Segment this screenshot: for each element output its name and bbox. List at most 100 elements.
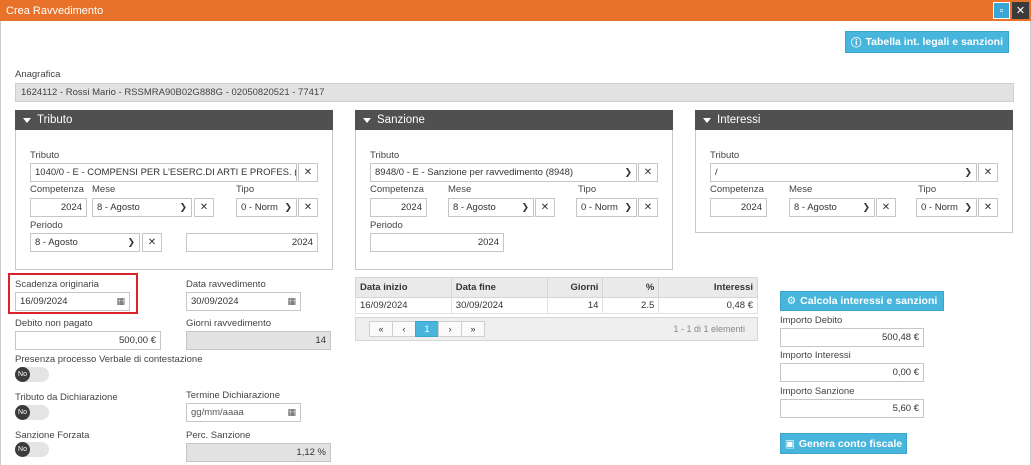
sanzione-competenza-input[interactable]: 2024 <box>370 198 427 217</box>
mese-label: Mese <box>92 184 116 195</box>
competenza-label: Competenza <box>30 184 84 195</box>
clear-interessi-mese-button[interactable]: ✕ <box>876 198 896 217</box>
col-giorni[interactable]: Giorni <box>546 277 604 298</box>
periodo-select[interactable]: 8 - Agosto ❯ <box>30 233 140 252</box>
pager-info: 1 - 1 di 1 elementi <box>673 324 745 334</box>
tributo-label: Tributo <box>30 150 60 161</box>
clear-mese-button[interactable]: ✕ <box>194 198 214 217</box>
interessi-tributo-select[interactable]: / ❯ <box>710 163 977 182</box>
importo-sanzione-field[interactable]: 5,60 € <box>780 399 924 418</box>
toggle-knob: No <box>15 367 30 382</box>
data-ravvedimento-label: Data ravvedimento <box>186 279 266 290</box>
collapse-icon <box>703 117 711 123</box>
chevron-down-icon: ❯ <box>179 202 187 212</box>
importo-interessi-field[interactable]: 0,00 € <box>780 363 924 382</box>
pager-prev-button[interactable]: ‹ <box>392 321 416 337</box>
col-data-fine[interactable]: Data fine <box>450 277 548 298</box>
chevron-down-icon: ❯ <box>521 202 529 212</box>
save-icon: ▣ <box>784 437 795 450</box>
interessi-competenza-label: Competenza <box>710 184 764 195</box>
tabella-interessi-button[interactable]: ⓘ Tabella int. legali e sanzioni <box>845 31 1009 53</box>
giorni-label: Giorni ravvedimento <box>186 318 272 329</box>
data-ravvedimento-input[interactable]: 30/09/2024 ▦ <box>186 292 301 311</box>
tributo-dich-label: Tributo da Dichiarazione <box>15 392 118 403</box>
interessi-mese-label: Mese <box>789 184 813 195</box>
genera-conto-button[interactable]: ▣ Genera conto fiscale <box>780 433 907 454</box>
window-titlebar: Crea Ravvedimento ▫ ✕ <box>0 0 1031 21</box>
scadenza-label: Scadenza originaria <box>15 279 99 290</box>
scadenza-input[interactable]: 16/09/2024 ▦ <box>15 292 130 311</box>
chevron-down-icon: ❯ <box>862 202 870 212</box>
chevron-down-icon: ❯ <box>284 202 292 212</box>
calcola-button[interactable]: ⚙ Calcola interessi e sanzioni <box>780 291 944 311</box>
chevron-down-icon: ❯ <box>127 237 135 247</box>
col-interessi[interactable]: Interessi <box>658 277 758 298</box>
sanzione-tipo-label: Tipo <box>578 184 597 195</box>
anagrafica-label: Anagrafica <box>15 69 61 80</box>
tributo-panel-header[interactable]: Tributo <box>15 110 333 130</box>
tributo-select[interactable]: 1040/0 - E - COMPENSI PER L'ESERC.DI ART… <box>30 163 297 182</box>
sanzione-competenza-label: Competenza <box>370 184 424 195</box>
cell-giorni: 14 <box>546 297 604 314</box>
clear-sanzione-tipo-button[interactable]: ✕ <box>638 198 658 217</box>
interessi-tipo-select[interactable]: 0 - Norm ❯ <box>916 198 977 217</box>
calendar-icon[interactable]: ▦ <box>287 407 296 418</box>
sanzione-forzata-toggle[interactable]: No <box>15 442 49 457</box>
debito-label: Debito non pagato <box>15 318 93 329</box>
interessi-competenza-input[interactable]: 2024 <box>710 198 767 217</box>
competenza-input[interactable]: 2024 <box>30 198 87 217</box>
interessi-table: Data inizio Data fine Giorni % Interessi… <box>355 277 758 314</box>
clear-interessi-tipo-button[interactable]: ✕ <box>978 198 998 217</box>
interessi-tipo-label: Tipo <box>918 184 937 195</box>
sanzione-tributo-select[interactable]: 8948/0 - E - Sanzione per ravvedimento (… <box>370 163 637 182</box>
clear-tipo-button[interactable]: ✕ <box>298 198 318 217</box>
sanzione-panel-header[interactable]: Sanzione <box>355 110 673 130</box>
tipo-label: Tipo <box>236 184 255 195</box>
importo-debito-label: Importo Debito <box>780 315 843 326</box>
debito-input[interactable]: 500,00 € <box>15 331 161 350</box>
clear-sanzione-mese-button[interactable]: ✕ <box>535 198 555 217</box>
sanzione-periodo-label: Periodo <box>370 220 403 231</box>
cell-data-inizio: 16/09/2024 <box>355 297 452 314</box>
perc-sanzione-label: Perc. Sanzione <box>186 430 251 441</box>
importo-debito-field[interactable]: 500,48 € <box>780 328 924 347</box>
sanzione-mese-label: Mese <box>448 184 472 195</box>
table-row[interactable]: 16/09/2024 30/09/2024 14 2.5 0,48 € <box>355 297 758 314</box>
pager-next-button[interactable]: › <box>438 321 462 337</box>
pager-last-button[interactable]: » <box>461 321 485 337</box>
col-percentuale[interactable]: % <box>602 277 660 298</box>
clear-periodo-button[interactable]: ✕ <box>142 233 162 252</box>
sanzione-mese-select[interactable]: 8 - Agosto ❯ <box>448 198 534 217</box>
sanzione-tributo-label: Tributo <box>370 150 400 161</box>
chevron-down-icon: ❯ <box>624 202 632 212</box>
clear-interessi-tributo-button[interactable]: ✕ <box>978 163 998 182</box>
calendar-icon[interactable]: ▦ <box>116 296 125 307</box>
periodo-label: Periodo <box>30 220 63 231</box>
tipo-select[interactable]: 0 - Norm ❯ <box>236 198 297 217</box>
mese-select[interactable]: 8 - Agosto ❯ <box>92 198 192 217</box>
close-icon[interactable]: ✕ <box>1012 2 1029 19</box>
maximize-icon[interactable]: ▫ <box>993 2 1010 19</box>
interessi-mese-select[interactable]: 8 - Agosto ❯ <box>789 198 875 217</box>
chevron-down-icon: ❯ <box>964 167 972 177</box>
sanzione-periodo-input[interactable]: 2024 <box>370 233 504 252</box>
col-data-inizio[interactable]: Data inizio <box>355 277 452 298</box>
importo-sanzione-label: Importo Sanzione <box>780 386 855 397</box>
sanzione-tipo-select[interactable]: 0 - Norm ❯ <box>576 198 637 217</box>
tributo-dich-toggle[interactable]: No <box>15 405 49 420</box>
gears-icon: ⚙ <box>786 295 797 307</box>
anagrafica-field: 1624112 - Rossi Mario - RSSMRA90B02G888G… <box>15 83 1014 102</box>
anno-input[interactable]: 2024 <box>186 233 318 252</box>
collapse-icon <box>23 117 31 123</box>
pager-page-1[interactable]: 1 <box>415 321 439 337</box>
pager-first-button[interactable]: « <box>369 321 393 337</box>
clear-tributo-button[interactable]: ✕ <box>298 163 318 182</box>
calendar-icon[interactable]: ▦ <box>287 296 296 307</box>
importo-interessi-label: Importo Interessi <box>780 350 851 361</box>
termine-input[interactable]: gg/mm/aaaa ▦ <box>186 403 301 422</box>
chevron-down-icon: ❯ <box>624 167 632 177</box>
sanzione-forzata-label: Sanzione Forzata <box>15 430 90 441</box>
verbale-toggle[interactable]: No <box>15 367 49 382</box>
interessi-panel-header[interactable]: Interessi <box>695 110 1013 130</box>
clear-sanzione-tributo-button[interactable]: ✕ <box>638 163 658 182</box>
